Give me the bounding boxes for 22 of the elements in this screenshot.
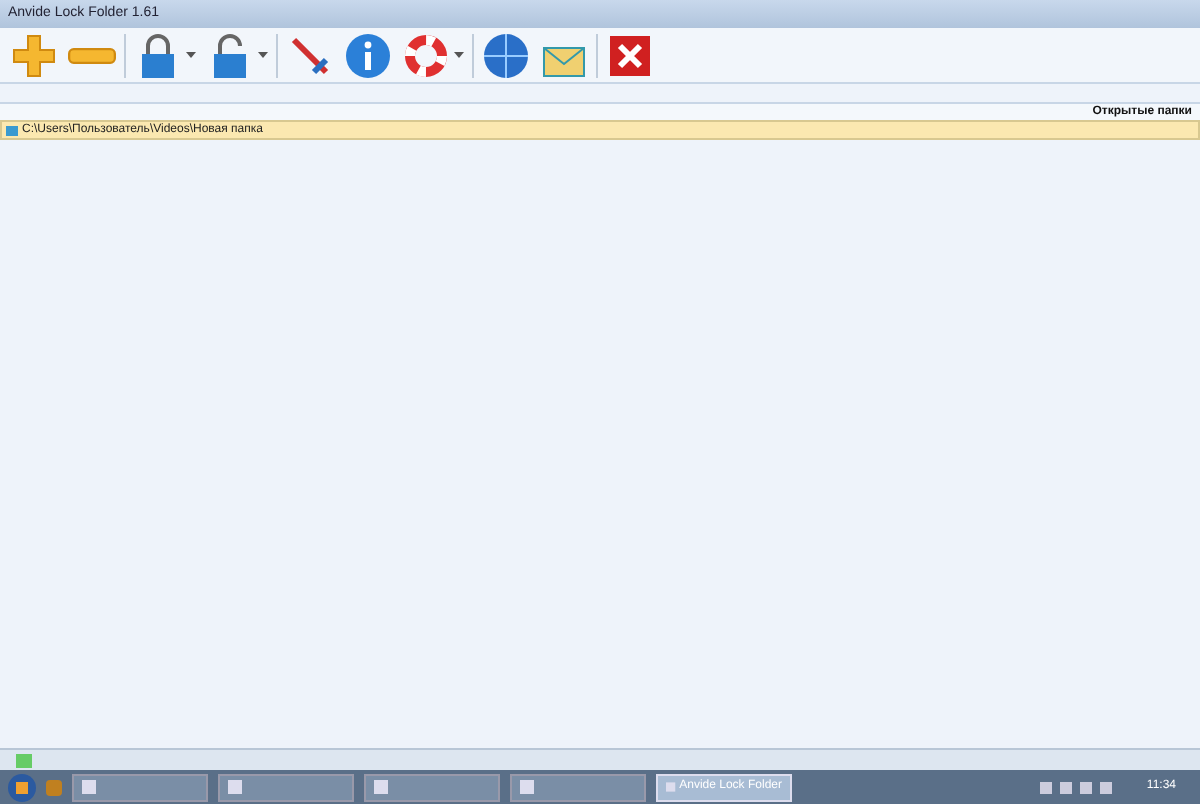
toolbar-button[interactable] bbox=[480, 29, 532, 81]
toolbar-button[interactable] bbox=[8, 29, 60, 81]
status-icon bbox=[16, 753, 32, 767]
taskbar-button[interactable] bbox=[364, 773, 500, 801]
plus-icon bbox=[10, 31, 58, 79]
lifebuoy-icon bbox=[402, 31, 450, 79]
window-icon bbox=[520, 780, 534, 794]
start-icon[interactable] bbox=[8, 773, 36, 801]
window-icon bbox=[374, 780, 388, 794]
toolbar-button[interactable] bbox=[342, 29, 394, 81]
taskbar-button[interactable] bbox=[218, 773, 354, 801]
window-icon bbox=[228, 780, 242, 794]
taskbar-button[interactable] bbox=[72, 773, 208, 801]
window-icon bbox=[666, 780, 676, 794]
globe-icon bbox=[482, 31, 530, 79]
close-icon bbox=[606, 31, 654, 79]
minus-icon bbox=[68, 47, 116, 63]
window-icon bbox=[82, 780, 96, 794]
taskbar-button[interactable] bbox=[510, 773, 646, 801]
info-icon bbox=[344, 31, 392, 79]
folder-icon bbox=[6, 124, 18, 136]
toolbar-button[interactable] bbox=[400, 29, 466, 81]
